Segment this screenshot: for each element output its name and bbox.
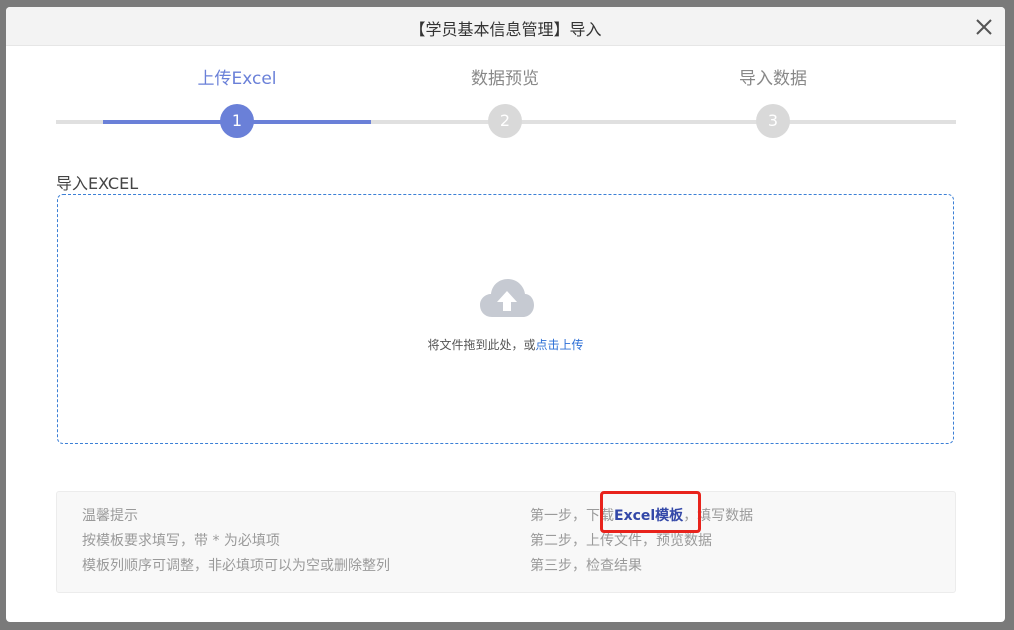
step-number: 3 bbox=[756, 104, 790, 138]
cloud-upload-icon bbox=[480, 279, 534, 317]
step-import: 导入数据 3 bbox=[703, 67, 843, 138]
tips-line-1: 按模板要求填写，带 * 为必填项 bbox=[82, 533, 280, 549]
upload-hint: 将文件拖到此处，或点击上传 bbox=[58, 336, 953, 353]
step-label: 上传Excel bbox=[197, 69, 277, 89]
step-label: 导入数据 bbox=[739, 69, 807, 89]
step-label: 数据预览 bbox=[471, 69, 539, 89]
close-button[interactable] bbox=[973, 16, 995, 38]
tips-right-column: 第一步，下载Excel模板，填写数据 第二步，上传文件，预览数据 第三步，检查结… bbox=[530, 504, 753, 579]
upload-dropzone[interactable]: 将文件拖到此处，或点击上传 bbox=[57, 194, 954, 444]
upload-hint-text: 将文件拖到此处，或 bbox=[427, 338, 536, 352]
tips-step-3: 第三步，检查结果 bbox=[530, 558, 642, 574]
step-upload: 上传Excel 1 bbox=[167, 67, 307, 138]
download-template-link[interactable]: Excel模板 bbox=[614, 508, 683, 524]
dialog-title: 【学员基本信息管理】导入 bbox=[409, 20, 602, 39]
steps-indicator: 上传Excel 1 数据预览 2 导入数据 3 bbox=[56, 67, 956, 147]
upload-link[interactable]: 点击上传 bbox=[536, 338, 584, 352]
tips-panel: 温馨提示 按模板要求填写，带 * 为必填项 模板列顺序可调整，非必填项可以为空或… bbox=[56, 491, 956, 593]
import-dialog: 【学员基本信息管理】导入 上传Excel 1 数据预览 2 导入数据 3 导入E… bbox=[6, 7, 1005, 622]
dialog-header: 【学员基本信息管理】导入 bbox=[6, 7, 1005, 46]
section-label: 导入EXCEL bbox=[56, 174, 139, 193]
tips-step-2: 第二步，上传文件，预览数据 bbox=[530, 533, 712, 549]
tips-step-1: 第一步，下载Excel模板，填写数据 bbox=[530, 504, 753, 529]
close-icon bbox=[976, 19, 992, 35]
step-number: 2 bbox=[488, 104, 522, 138]
step-number: 1 bbox=[220, 104, 254, 138]
tips-line-2: 模板列顺序可调整，非必填项可以为空或删除整列 bbox=[82, 558, 390, 574]
tips-step-1-prefix: 第一步，下载 bbox=[530, 508, 614, 524]
step-preview: 数据预览 2 bbox=[435, 67, 575, 138]
tips-left-column: 温馨提示 按模板要求填写，带 * 为必填项 模板列顺序可调整，非必填项可以为空或… bbox=[82, 504, 390, 579]
tips-step-1-suffix: ，填写数据 bbox=[683, 508, 754, 524]
tips-title: 温馨提示 bbox=[82, 508, 138, 524]
